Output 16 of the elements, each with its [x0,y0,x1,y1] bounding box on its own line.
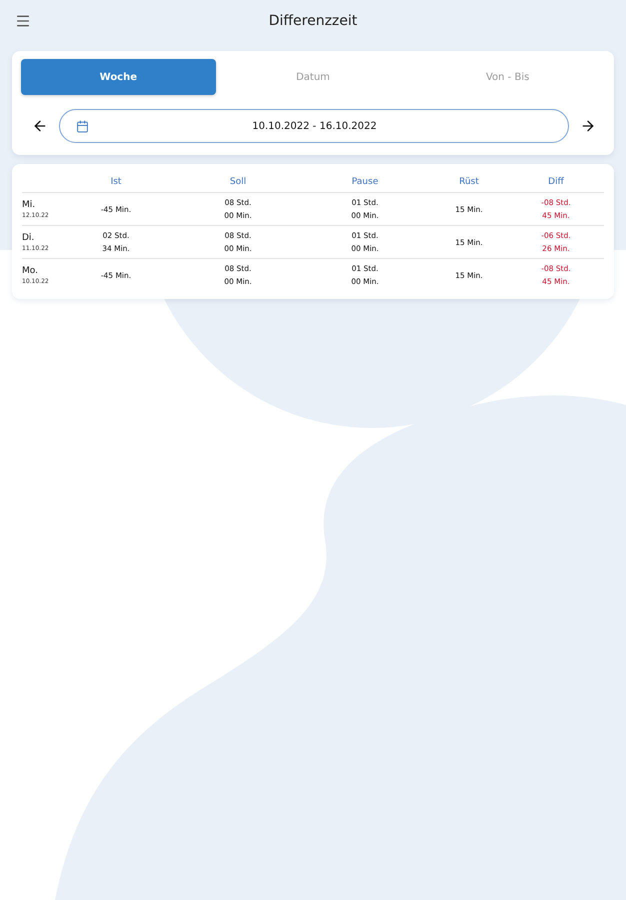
weekday-label: Mi. [22,200,36,210]
column-header: Ist [110,177,122,187]
column-header: Diff [548,177,564,187]
tab[interactable]: Datum [216,59,410,95]
tab[interactable]: Von - Bis [410,59,605,95]
calendar-icon [76,120,89,132]
column-header: Rüst [459,177,479,187]
tab[interactable]: Woche [21,59,216,95]
date-range-value: 10.10.2022 - 16.10.2022 [251,120,378,132]
column-header: Soll [230,177,246,187]
weekday-label: Mo. [22,266,38,276]
date-range-field[interactable]: 10.10.2022 - 16.10.2022 [59,109,569,143]
column-header: Pause [352,177,378,187]
weekday-label: Di. [22,232,34,242]
menu-icon [15,13,31,29]
page-title: Differenzzeit [268,13,358,29]
